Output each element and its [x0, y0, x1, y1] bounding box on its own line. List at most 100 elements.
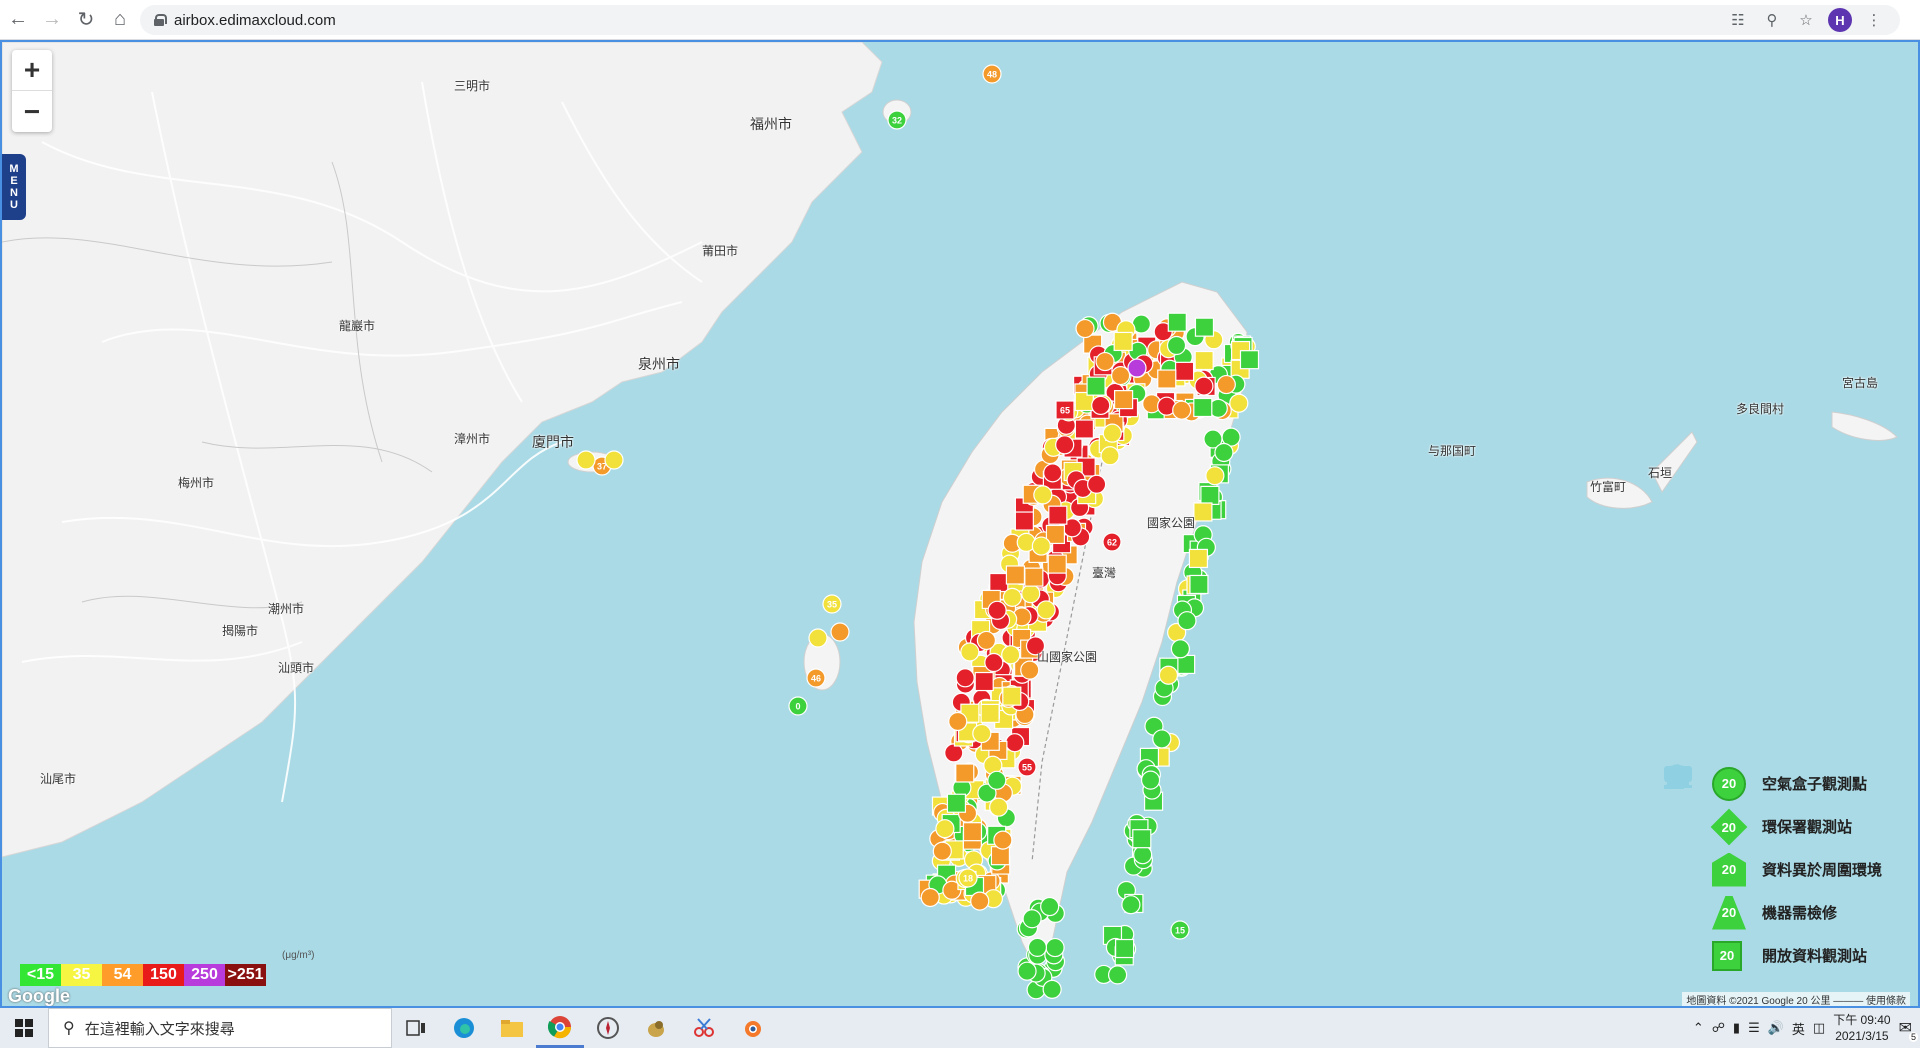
station-marker[interactable]	[1033, 485, 1053, 505]
station-marker[interactable]	[948, 711, 968, 732]
station-marker[interactable]	[1110, 366, 1131, 386]
station-marker[interactable]	[1115, 938, 1135, 959]
station-marker[interactable]	[1132, 829, 1152, 849]
forward-arrow-icon[interactable]: →	[36, 4, 68, 36]
station-marker[interactable]	[972, 723, 992, 744]
wifi-icon[interactable]: ☰	[1748, 1020, 1760, 1036]
compass-app-icon[interactable]	[584, 1008, 632, 1048]
station-marker[interactable]	[1005, 733, 1025, 753]
station-marker[interactable]	[1075, 318, 1095, 339]
station-marker[interactable]: 18	[958, 868, 978, 888]
station-marker[interactable]	[1167, 312, 1187, 332]
usb-icon[interactable]: ☍	[1712, 1020, 1725, 1036]
zoom-icon[interactable]: ⚲	[1760, 8, 1784, 32]
edge-browser-icon[interactable]	[440, 1008, 488, 1048]
station-marker[interactable]	[1036, 600, 1056, 620]
map-canvas[interactable]: 32 48 37 35 46 0 15 18 55 62 65 + − M E N U 三明市 福州…	[0, 40, 1920, 1008]
station-marker[interactable]	[1189, 574, 1209, 595]
bird-app-icon[interactable]	[632, 1008, 680, 1048]
chevron-up-icon[interactable]: ⌃	[1693, 1020, 1704, 1036]
station-marker[interactable]	[1001, 645, 1021, 665]
blender-app-icon[interactable]	[728, 1008, 776, 1048]
station-marker[interactable]	[1002, 686, 1022, 706]
station-marker[interactable]	[1177, 611, 1197, 631]
station-marker[interactable]	[1172, 400, 1192, 420]
station-marker[interactable]	[1157, 369, 1177, 389]
back-arrow-icon[interactable]: ←	[2, 4, 34, 36]
station-marker[interactable]	[935, 819, 955, 839]
station-marker[interactable]	[1048, 505, 1068, 525]
station-marker[interactable]	[946, 793, 967, 813]
station-marker[interactable]	[1174, 361, 1195, 381]
station-marker[interactable]	[955, 763, 975, 783]
station-marker[interactable]	[1043, 463, 1063, 483]
station-marker[interactable]	[1133, 845, 1153, 865]
station-marker[interactable]	[1002, 587, 1022, 607]
chrome-icon[interactable]	[536, 1008, 584, 1048]
station-marker[interactable]: 35	[822, 594, 842, 614]
station-marker[interactable]	[990, 846, 1011, 866]
station-marker[interactable]	[1047, 554, 1067, 574]
station-marker[interactable]	[987, 770, 1007, 790]
station-marker[interactable]	[960, 642, 980, 662]
station-marker[interactable]: 65	[1055, 400, 1075, 420]
profile-avatar[interactable]: H	[1828, 8, 1852, 32]
station-marker[interactable]	[1229, 393, 1249, 413]
station-marker[interactable]	[1100, 446, 1120, 466]
station-marker[interactable]	[1239, 350, 1260, 370]
clock[interactable]: 下午 09:40 2021/3/15	[1833, 1012, 1890, 1044]
station-marker[interactable]: 48	[982, 64, 1002, 84]
station-marker[interactable]	[976, 630, 996, 651]
battery-icon[interactable]: ▮	[1733, 1020, 1740, 1036]
station-marker[interactable]	[1193, 502, 1213, 522]
notification-center-icon[interactable]: ✉ 5	[1899, 1018, 1918, 1042]
station-marker[interactable]	[1022, 909, 1042, 929]
station-marker[interactable]	[1121, 895, 1141, 915]
station-marker[interactable]	[944, 743, 964, 763]
station-marker[interactable]	[970, 891, 990, 911]
station-marker[interactable]	[1152, 729, 1172, 749]
station-marker[interactable]: 46	[806, 668, 826, 688]
station-marker[interactable]	[1042, 979, 1062, 999]
station-marker[interactable]: 62	[1102, 532, 1122, 552]
station-marker[interactable]	[955, 668, 975, 688]
station-marker[interactable]	[1113, 331, 1133, 352]
station-marker[interactable]	[932, 841, 952, 861]
station-marker[interactable]	[1086, 376, 1106, 396]
station-marker[interactable]	[1040, 896, 1060, 917]
station-marker[interactable]	[993, 830, 1013, 850]
map-attribution[interactable]: 地圖資料 ©2021 Google 20 公里 ——— 使用條款	[1682, 992, 1910, 1006]
station-marker[interactable]	[1014, 511, 1034, 531]
station-marker[interactable]	[1166, 335, 1187, 356]
station-marker[interactable]	[1024, 567, 1044, 587]
station-marker[interactable]	[1205, 466, 1225, 486]
zoom-in-button[interactable]: +	[12, 50, 52, 91]
taskbar-search-input[interactable]: ⚲ 在這裡輸入文字來搜尋	[48, 1008, 392, 1048]
station-marker[interactable]	[1188, 548, 1209, 569]
station-marker[interactable]	[989, 572, 1009, 593]
reload-icon[interactable]: ↻	[70, 4, 102, 36]
station-marker[interactable]	[808, 628, 828, 648]
menu-tab[interactable]: M E N U	[2, 154, 26, 220]
station-marker[interactable]	[1200, 485, 1220, 505]
station-marker[interactable]	[1107, 965, 1128, 985]
station-marker[interactable]	[1193, 397, 1213, 418]
bookmark-star-icon[interactable]: ☆	[1794, 8, 1818, 32]
station-marker[interactable]	[1055, 435, 1075, 455]
station-marker[interactable]	[1216, 374, 1236, 395]
station-marker[interactable]	[604, 450, 624, 470]
snipping-tool-icon[interactable]	[680, 1008, 728, 1048]
station-marker[interactable]	[1005, 565, 1026, 585]
station-marker[interactable]	[830, 622, 850, 642]
station-marker[interactable]	[1087, 474, 1107, 494]
station-marker[interactable]: 15	[1170, 920, 1190, 940]
station-marker[interactable]	[987, 600, 1007, 620]
station-marker[interactable]: 0	[788, 696, 808, 716]
station-marker[interactable]	[1017, 961, 1037, 981]
station-marker[interactable]	[1170, 639, 1190, 659]
station-marker[interactable]	[989, 797, 1009, 817]
station-marker[interactable]: 55	[1017, 757, 1037, 777]
station-marker[interactable]	[984, 652, 1004, 673]
station-marker[interactable]	[1095, 351, 1115, 372]
file-explorer-icon[interactable]	[488, 1008, 536, 1048]
